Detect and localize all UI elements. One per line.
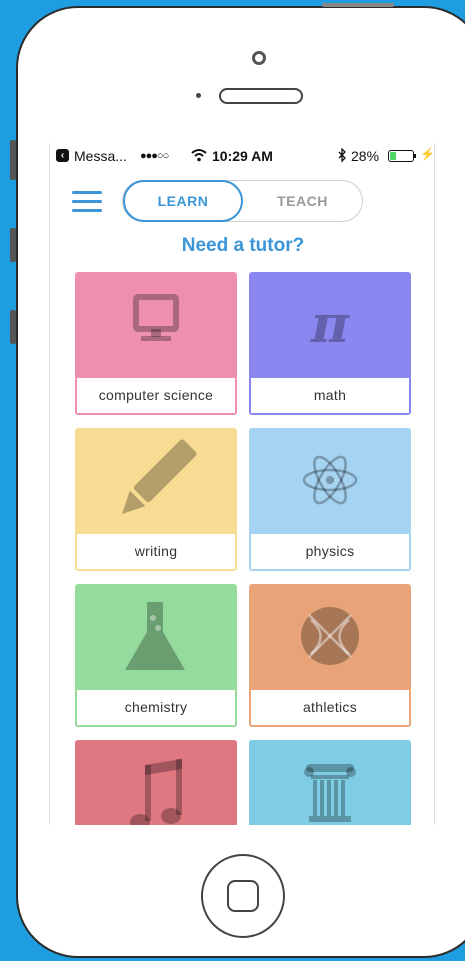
volume-up-button xyxy=(10,228,16,262)
subject-tile[interactable]: physics xyxy=(249,428,411,571)
computer-icon xyxy=(133,294,179,341)
subject-tile-label: physics xyxy=(251,534,409,569)
bluetooth-icon xyxy=(338,148,346,163)
subject-tile[interactable] xyxy=(249,740,411,825)
music-note-icon xyxy=(130,759,182,825)
home-button[interactable] xyxy=(199,852,287,940)
subject-tile[interactable] xyxy=(75,740,237,825)
mute-switch xyxy=(10,140,16,180)
page-heading: Need a tutor? xyxy=(181,235,305,256)
column-icon xyxy=(304,764,356,822)
pencil-icon xyxy=(122,439,197,514)
basketball-icon xyxy=(301,607,359,665)
atom-icon xyxy=(302,455,358,505)
wifi-icon xyxy=(191,149,207,162)
charging-bolt-icon: ⚡ xyxy=(420,147,435,161)
subject-tile[interactable]: writing xyxy=(75,428,237,571)
subject-tile-label: writing xyxy=(77,534,235,569)
back-to-app-icon[interactable]: ‹ xyxy=(56,149,69,162)
tab-learn[interactable]: LEARN xyxy=(123,180,243,222)
subject-tile-label: athletics xyxy=(251,690,409,725)
pi-icon: π xyxy=(310,294,350,355)
subject-tile[interactable]: computer science xyxy=(75,272,237,415)
subject-tile[interactable]: π math xyxy=(249,272,411,415)
status-bar: ‹ Messa... ●●●○○ 10:29 AM 28% ⚡ xyxy=(50,143,435,169)
earpiece-speaker xyxy=(219,88,303,104)
flask-icon xyxy=(125,602,185,670)
battery-level-fill xyxy=(390,152,396,160)
learn-teach-toggle: LEARN TEACH xyxy=(122,180,363,222)
battery-icon xyxy=(388,150,414,162)
subject-tile-label: chemistry xyxy=(77,690,235,725)
back-app-label[interactable]: Messa... xyxy=(74,148,127,164)
proximity-sensor xyxy=(196,93,201,98)
subject-tile-label: computer science xyxy=(77,378,235,413)
volume-down-button xyxy=(10,310,16,344)
hamburger-menu-icon[interactable] xyxy=(72,191,102,213)
subject-tile[interactable]: athletics xyxy=(249,584,411,727)
subject-tile-label: math xyxy=(251,378,409,413)
app-screen: ‹ Messa... ●●●○○ 10:29 AM 28% ⚡ LEARN TE… xyxy=(49,143,435,825)
battery-percent: 28% xyxy=(351,148,380,164)
power-button xyxy=(322,3,394,7)
signal-icon: ●●●○○ xyxy=(140,150,169,162)
tab-teach[interactable]: TEACH xyxy=(243,181,362,221)
svg-text:π: π xyxy=(310,294,350,355)
clock: 10:29 AM xyxy=(212,148,273,164)
battery-tip xyxy=(414,154,416,158)
front-camera xyxy=(252,51,266,65)
subject-tile[interactable]: chemistry xyxy=(75,584,237,727)
